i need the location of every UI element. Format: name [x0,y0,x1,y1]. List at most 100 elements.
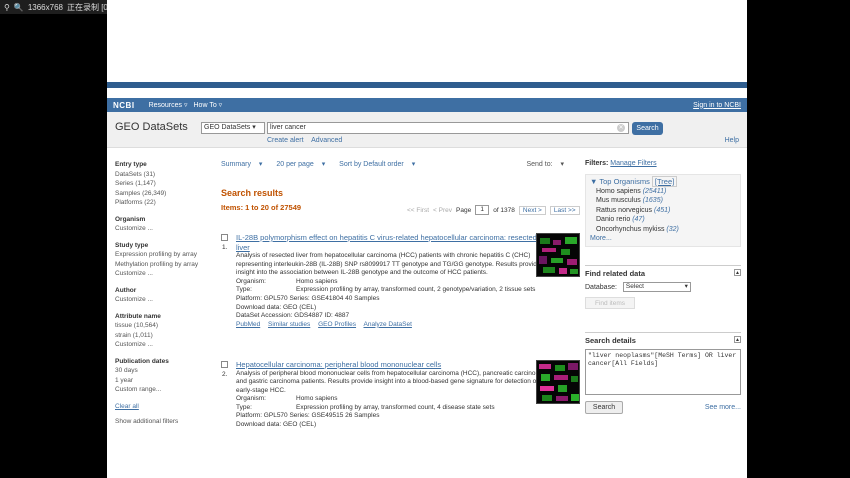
show-additional-filters-link[interactable]: Show additional filters [115,417,211,427]
type-value: Expression profiling by array, transform… [296,403,495,411]
filter-item[interactable]: Customize ... [115,340,211,350]
recorder-resolution: 1366x768 [27,2,63,12]
filter-item[interactable]: Samples (26,349) [115,189,211,199]
download-info: Download data: GEO (CEL) [236,421,317,429]
database-select[interactable]: GEO DataSets ▾ [201,122,265,134]
result-title-link[interactable]: IL-28B polymorphism effect on hepatitis … [236,233,551,252]
create-alert-link[interactable]: Create alert [267,137,304,144]
zoom-icon[interactable]: ⚲ [4,3,10,12]
result-checkbox[interactable] [221,234,228,241]
clear-icon[interactable]: ✕ [617,124,625,132]
left-filters: Entry type DataSets (31) Series (1,147) … [115,160,211,427]
organism-label: Organism: [236,277,266,285]
dataset-info: DataSet Accession: GDS4887 ID: 4887 [236,312,350,320]
download-info: Download data: GEO (CEL) [236,303,317,311]
filter-item[interactable]: Custom range... [115,385,211,395]
chevron-down-icon: ▾ [252,124,256,131]
type-label: Type: [236,403,252,411]
clear-all-link[interactable]: Clear all [115,402,211,412]
page-number-input[interactable]: 1 [475,205,490,215]
heatmap-thumbnail[interactable] [536,233,580,277]
type-value: Expression profiling by array, transform… [296,286,536,294]
tree-link[interactable]: [Tree] [651,176,678,187]
results-heading: Search results [221,188,284,198]
find-related-title: Find related data [585,269,646,278]
pager-prev[interactable]: < Prev [433,207,452,214]
filter-item[interactable]: Customize ... [115,224,211,234]
filter-item[interactable]: strain (1,011) [115,331,211,341]
organism-value: Homo sapiens [296,395,338,403]
database-title: GEO DataSets [115,121,188,133]
send-to-dropdown[interactable]: Send to: ▾ [526,160,570,168]
search-details-title: Search details [585,336,636,345]
menu-howto[interactable]: How To ▿ [194,101,223,109]
search-details-textarea[interactable]: "liver neoplasms"[MeSH Terms] OR liver c… [585,349,741,395]
manage-filters-link[interactable]: Manage Filters [610,160,656,167]
see-more-link[interactable]: See more... [705,404,741,411]
chevron-down-icon: ▿ [183,102,188,109]
triangle-down-icon: ▼ [590,177,598,186]
result-number: 1. [222,244,228,251]
search-button[interactable]: Search [632,122,663,135]
collapse-icon[interactable]: ▲ [734,336,741,343]
page-header-band [107,82,747,88]
result-description: Analysis of resected liver from hepatoce… [236,252,541,277]
filter-item[interactable]: 1 year [115,376,211,386]
sort-dropdown[interactable]: Sort by Default order ▾ [339,161,421,168]
chevron-down-icon: ▾ [258,161,263,168]
filter-item[interactable]: Methylation profiling by array [115,260,211,270]
filter-item[interactable]: 30 days [115,366,211,376]
organism-item[interactable]: Oncorhynchus mykiss (32) [590,225,736,235]
search-icon[interactable]: 🔍 [14,3,24,12]
similar-studies-link[interactable]: Similar studies [268,321,310,328]
advanced-link[interactable]: Advanced [311,137,342,144]
help-link[interactable]: Help [725,137,739,144]
geo-profiles-link[interactable]: GEO Profiles [318,321,356,328]
pager-first[interactable]: << First [407,207,429,214]
organism-item[interactable]: Danio rerio (47) [590,215,736,225]
find-items-button[interactable]: Find items [585,297,635,309]
filter-item[interactable]: Platforms (22) [115,198,211,208]
pager-next[interactable]: Next > [518,205,546,215]
filter-item[interactable]: Customize ... [115,295,211,305]
heatmap-thumbnail[interactable] [536,360,580,404]
chevron-down-icon: ▾ [684,283,688,290]
right-sidebar: Filters: Manage Filters ▼ Top Organisms … [585,160,741,414]
result-title-link[interactable]: Hepatocellular carcinoma: peripheral blo… [236,360,551,370]
chevron-down-icon: ▾ [321,161,326,168]
top-organisms-header[interactable]: ▼ Top Organisms [Tree] [590,176,736,187]
organism-value: Homo sapiens [296,277,338,285]
search-input[interactable]: liver cancer ✕ [267,122,629,134]
result-checkbox[interactable] [221,361,228,368]
filter-item[interactable]: Expression profiling by array [115,250,211,260]
database-label: Database: [585,283,617,291]
per-page-dropdown[interactable]: 20 per page ▾ [276,161,331,168]
related-database-select[interactable]: Select ▾ [622,282,691,292]
summary-dropdown[interactable]: Summary ▾ [221,161,268,168]
analyze-dataset-link[interactable]: Analyze DataSet [364,321,412,328]
search-details-actions: Search See more... [585,401,741,414]
result-description: Analysis of peripheral blood mononuclear… [236,369,547,394]
organism-item[interactable]: Rattus norvegicus (451) [590,206,736,216]
ncbi-logo[interactable]: NCBI [113,101,135,110]
result-links: PubMed Similar studies GEO Profiles Anal… [236,321,551,330]
filter-item[interactable]: Series (1,147) [115,179,211,189]
pubmed-link[interactable]: PubMed [236,321,260,328]
pager-last[interactable]: Last >> [549,205,580,215]
filter-heading-pub-dates: Publication dates [115,357,169,365]
menu-resources[interactable]: Resources ▿ [149,101,188,109]
collapse-icon[interactable]: ▲ [734,269,741,276]
more-organisms-link[interactable]: More... [590,234,736,244]
chevron-down-icon: ▾ [560,161,564,168]
organism-item[interactable]: Mus musculus (1635) [590,196,736,206]
platform-info: Platform: GPL570 Series: GSE41804 40 Sam… [236,294,380,302]
filter-item[interactable]: tissue (10,564) [115,321,211,331]
search-details-button[interactable]: Search [585,401,623,414]
organism-item[interactable]: Homo sapiens (25411) [590,187,736,197]
type-label: Type: [236,286,252,294]
filter-item[interactable]: DataSets (31) [115,170,211,180]
filter-heading-study-type: Study type [115,241,149,249]
filter-heading-attribute: Attribute name [115,312,161,320]
sign-in-link[interactable]: Sign in to NCBI [693,102,741,109]
filter-item[interactable]: Customize ... [115,269,211,279]
